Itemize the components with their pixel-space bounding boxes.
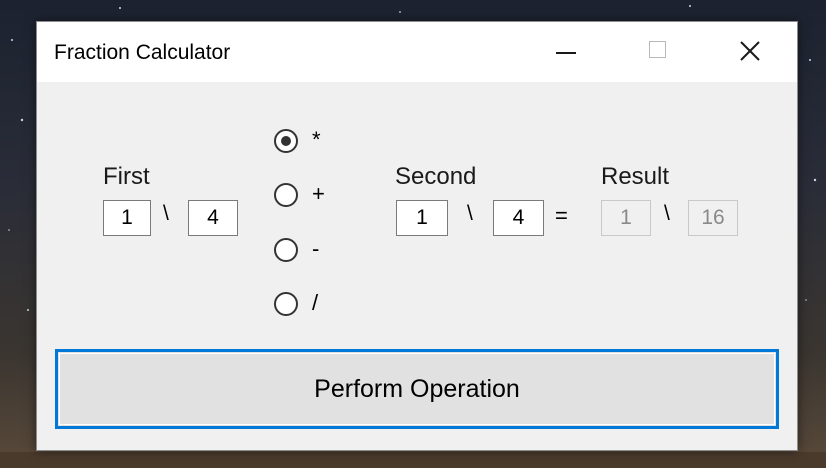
second-denominator-input[interactable] [493, 200, 544, 236]
result-label: Result [601, 163, 670, 190]
perform-operation-button[interactable]: Perform Operation [55, 349, 779, 429]
first-denominator-input[interactable] [188, 200, 238, 236]
result-numerator-field [601, 200, 651, 236]
title-bar[interactable]: Fraction Calculator [37, 22, 797, 82]
minimize-button[interactable] [542, 22, 588, 82]
fraction-calculator-window: Fraction Calculator First \ * + - / S [36, 21, 798, 451]
first-separator: \ [163, 202, 169, 225]
window-title: Fraction Calculator [54, 41, 231, 64]
second-separator: \ [467, 202, 473, 225]
operation-radio-multiply[interactable]: * [274, 127, 344, 156]
radio-circle [274, 238, 298, 262]
operation-label: + [312, 181, 325, 206]
maximize-icon [649, 41, 666, 58]
equals-sign: = [555, 203, 568, 228]
close-icon [740, 41, 760, 61]
radio-selected-dot [281, 136, 291, 146]
operation-label: - [312, 236, 320, 261]
first-numerator-input[interactable] [103, 200, 151, 236]
radio-circle [274, 183, 298, 207]
radio-circle [274, 292, 298, 316]
close-button[interactable] [727, 22, 773, 82]
radio-circle [274, 129, 298, 153]
second-label: Second [395, 163, 477, 190]
operation-radio-add[interactable]: + [274, 181, 344, 210]
result-separator: \ [664, 202, 670, 225]
result-denominator-field [688, 200, 738, 236]
maximize-button[interactable] [635, 22, 681, 82]
operation-radio-subtract[interactable]: - [274, 236, 344, 265]
first-label: First [103, 163, 150, 190]
operation-label: / [312, 290, 319, 315]
minimize-icon [556, 52, 576, 54]
second-numerator-input[interactable] [396, 200, 448, 236]
operation-label: * [312, 127, 321, 152]
operation-radio-divide[interactable]: / [274, 290, 344, 319]
